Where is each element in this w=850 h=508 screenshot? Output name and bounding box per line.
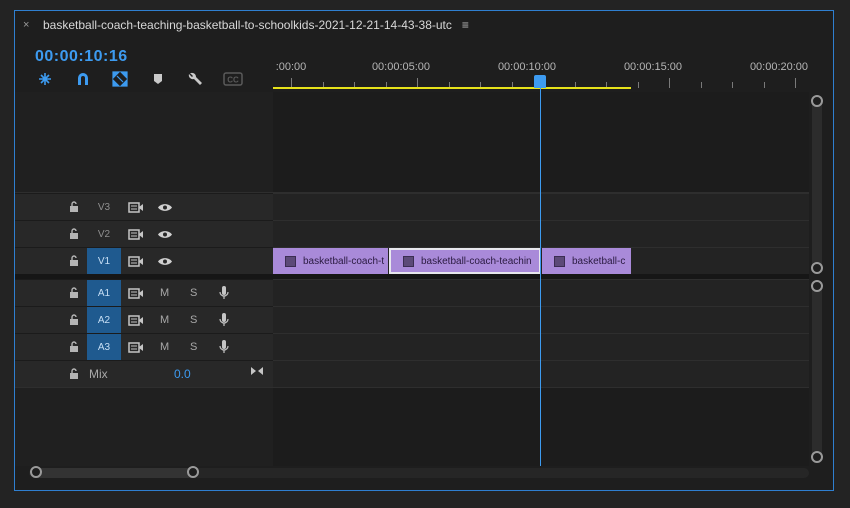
ruler-label: 00:00:10:00 xyxy=(497,61,557,73)
lock-icon[interactable] xyxy=(69,287,79,299)
playhead-handle[interactable] xyxy=(534,75,546,88)
track-header-v1[interactable]: V1 xyxy=(15,247,273,275)
track-header-v2[interactable]: V2 xyxy=(15,220,273,248)
fx-badge-icon xyxy=(554,255,565,267)
ruler-label: :00:00 xyxy=(275,61,307,73)
track-target-a3[interactable]: A3 xyxy=(87,334,121,361)
lock-icon[interactable] xyxy=(69,228,79,240)
ruler-tick xyxy=(700,82,702,88)
scroll-handle[interactable] xyxy=(811,280,823,292)
solo-button[interactable]: S xyxy=(190,287,197,299)
track-header-v3[interactable]: V3 xyxy=(15,193,273,221)
track-lane-v3[interactable] xyxy=(273,193,809,221)
mute-button[interactable]: M xyxy=(160,314,169,326)
ruler-tick xyxy=(795,78,796,88)
track-header-mix[interactable]: Mix 0.0 xyxy=(15,360,273,388)
sequence-title[interactable]: basketball-coach-teaching-basketball-to-… xyxy=(43,18,452,32)
eye-icon[interactable] xyxy=(157,256,173,267)
mix-volume-value[interactable]: 0.0 xyxy=(174,367,191,381)
track-target-v1[interactable]: V1 xyxy=(87,248,121,275)
lock-icon[interactable] xyxy=(69,314,79,326)
ruler-tick xyxy=(637,82,639,88)
sync-lock-icon[interactable] xyxy=(128,342,144,353)
ruler-tick xyxy=(732,82,733,88)
track-header-a1[interactable]: A1 M S xyxy=(15,279,273,307)
track-target-v3[interactable]: V3 xyxy=(87,194,121,221)
mix-label: Mix xyxy=(89,367,108,381)
timeline-panel: × basketball-coach-teaching-basketball-t… xyxy=(14,10,834,491)
nest-sequence-icon[interactable] xyxy=(37,71,53,87)
microphone-icon[interactable] xyxy=(219,312,229,328)
fx-badge-icon xyxy=(285,255,296,267)
work-area-bar[interactable] xyxy=(273,87,631,89)
video-clip[interactable]: basketball-c xyxy=(542,248,631,274)
sync-lock-icon[interactable] xyxy=(128,229,144,240)
scroll-handle[interactable] xyxy=(811,95,823,107)
zoom-handle-left[interactable] xyxy=(30,466,42,478)
sequence-tab[interactable]: × basketball-coach-teaching-basketball-t… xyxy=(15,11,833,39)
svg-text:CC: CC xyxy=(227,76,239,85)
ruler-tick xyxy=(763,82,765,88)
lock-icon[interactable] xyxy=(69,341,79,353)
zoom-handle-right[interactable] xyxy=(187,466,199,478)
mute-button[interactable]: M xyxy=(160,287,169,299)
track-header-a2[interactable]: A2 M S xyxy=(15,306,273,334)
sync-lock-icon[interactable] xyxy=(128,315,144,326)
scroll-handle[interactable] xyxy=(811,262,823,274)
snap-magnet-icon[interactable] xyxy=(75,71,91,87)
ruler-tick xyxy=(669,78,670,88)
sync-lock-icon[interactable] xyxy=(128,202,144,213)
zoom-scroll-thumb[interactable] xyxy=(33,468,193,478)
go-to-in-out-icon[interactable] xyxy=(250,366,264,376)
track-target-a2[interactable]: A2 xyxy=(87,307,121,334)
solo-button[interactable]: S xyxy=(190,341,197,353)
add-marker-icon[interactable] xyxy=(150,71,166,87)
sync-lock-icon[interactable] xyxy=(128,256,144,267)
track-lane-mix[interactable] xyxy=(273,360,809,388)
wrench-settings-icon[interactable] xyxy=(187,71,203,87)
mute-button[interactable]: M xyxy=(160,341,169,353)
playhead-timecode[interactable]: 00:00:10:16 xyxy=(35,48,128,66)
microphone-icon[interactable] xyxy=(219,339,229,355)
linked-selection-icon[interactable] xyxy=(112,71,128,87)
close-tab-icon[interactable]: × xyxy=(23,19,37,31)
solo-button[interactable]: S xyxy=(190,314,197,326)
track-lane-v2[interactable] xyxy=(273,220,809,248)
ruler-label: 00:00:20:00 xyxy=(749,61,809,73)
lock-icon[interactable] xyxy=(69,255,79,267)
track-lane-a1[interactable] xyxy=(273,279,809,307)
sync-lock-icon[interactable] xyxy=(128,288,144,299)
video-clip-selected[interactable]: basketball-coach-teachin xyxy=(389,248,541,274)
fx-badge-icon xyxy=(403,255,414,267)
track-lane-v1[interactable]: basketball-coach-t basketball-coach-teac… xyxy=(273,247,809,275)
scroll-handle[interactable] xyxy=(811,451,823,463)
captions-icon[interactable]: CC xyxy=(223,71,243,87)
playhead-line xyxy=(539,88,541,466)
track-target-a1[interactable]: A1 xyxy=(87,280,121,307)
eye-icon[interactable] xyxy=(157,229,173,240)
lock-icon[interactable] xyxy=(69,368,79,380)
video-clip[interactable]: basketball-coach-t xyxy=(273,248,388,274)
audio-vertical-scrollbar[interactable] xyxy=(812,283,822,461)
microphone-icon[interactable] xyxy=(219,285,229,301)
track-target-v2[interactable]: V2 xyxy=(87,221,121,248)
track-header-a3[interactable]: A3 M S xyxy=(15,333,273,361)
ruler-label: 00:00:05:00 xyxy=(371,61,431,73)
video-vertical-scrollbar[interactable] xyxy=(812,97,822,272)
panel-menu-icon[interactable]: ≡ xyxy=(462,18,469,32)
lock-icon[interactable] xyxy=(69,201,79,213)
eye-icon[interactable] xyxy=(157,202,173,213)
track-lane-a2[interactable] xyxy=(273,306,809,334)
ruler-label: 00:00:15:00 xyxy=(623,61,683,73)
track-lane-a3[interactable] xyxy=(273,333,809,361)
